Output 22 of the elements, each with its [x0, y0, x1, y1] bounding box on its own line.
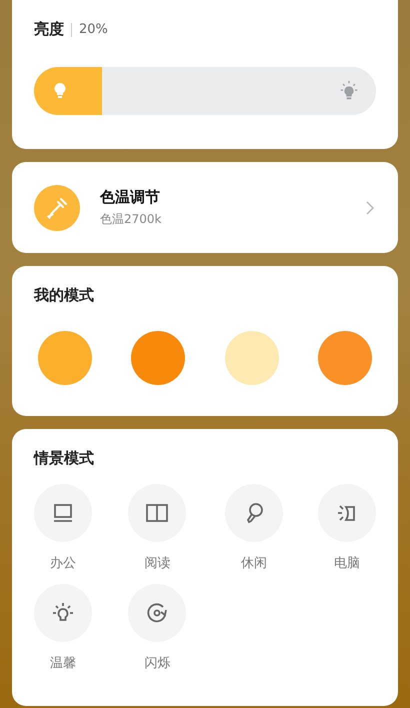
brightness-title: 亮度 [34, 20, 64, 39]
color-temperature-card[interactable]: 色温调节 色温2700k [12, 162, 398, 253]
my-modes-title: 我的模式 [34, 286, 95, 305]
dropper-icon [34, 184, 80, 230]
mode-color-swatch[interactable] [38, 331, 92, 385]
brightness-slider[interactable] [34, 67, 376, 115]
refresh-icon [145, 601, 170, 625]
scene-label: 办公 [50, 555, 76, 572]
laptop-icon [51, 501, 75, 525]
bulb-icon [54, 83, 66, 99]
scene-label: 闪烁 [144, 655, 170, 672]
color-temperature-title: 色温调节 [100, 188, 161, 206]
scene-label: 休闲 [240, 555, 267, 572]
brightness-value: 20% [79, 22, 108, 37]
scene-modes-title: 情景模式 [34, 449, 95, 468]
book-icon [145, 501, 170, 525]
color-temperature-value: 色温2700k [100, 210, 162, 228]
chevron-icon [366, 200, 374, 214]
bulb-icon [338, 80, 360, 102]
scene-label: 温馨 [50, 655, 76, 672]
scene-label: 阅读 [144, 555, 170, 572]
scene-label: 电脑 [334, 555, 360, 572]
